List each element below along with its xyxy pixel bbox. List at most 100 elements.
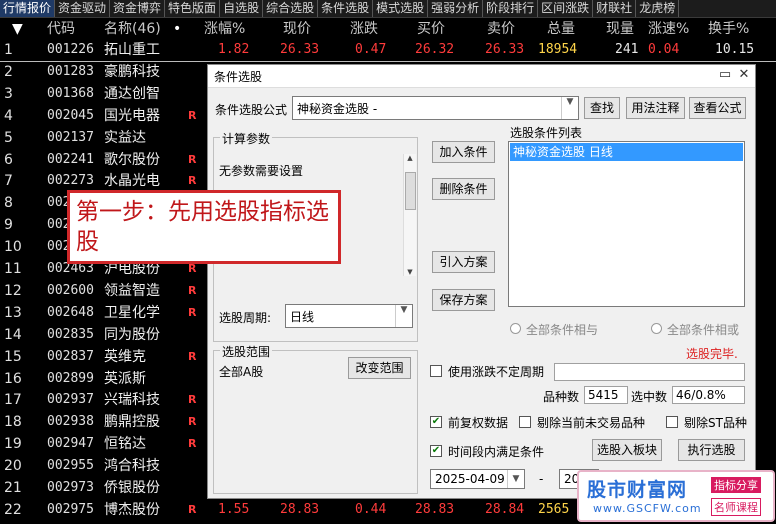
tab-10[interactable]: 区间涨跌 (538, 0, 594, 17)
import-plan-button[interactable]: 引入方案 (432, 251, 495, 273)
tab-0[interactable]: 行情报价 (0, 0, 56, 17)
date-separator: - (539, 472, 544, 486)
col-bid[interactable]: 买价 (417, 19, 445, 39)
col-diff[interactable]: 涨跌 (350, 19, 378, 39)
col-ask[interactable]: 卖价 (487, 19, 515, 39)
exclude-st-label: 剔除ST品种 (684, 416, 747, 430)
stock-code: 002955 (47, 458, 94, 474)
stock-code: 002975 (47, 501, 94, 517)
row-number: 2 (4, 63, 13, 80)
params-scrollbar[interactable]: ▲ ▼ (403, 154, 416, 276)
irregular-period-field[interactable] (554, 363, 745, 381)
view-formula-button[interactable]: 查看公式 (689, 97, 746, 119)
formula-label: 条件选股公式 (215, 103, 288, 117)
chevron-down-icon: ▼ (507, 470, 524, 488)
stock-code: 001226 (47, 42, 94, 57)
table-row[interactable]: 1 001226 拓山重工 1.82 26.33 0.47 26.32 26.33 18954 2… (0, 39, 776, 62)
tab-2[interactable]: 资金博弈 (110, 0, 166, 17)
change: 0.44 (355, 501, 387, 517)
period-label: 选股周期: (219, 311, 272, 325)
adjust-checkbox[interactable]: ✔ (430, 416, 442, 428)
delete-condition-button[interactable]: 删除条件 (432, 178, 495, 200)
adjust-label: 前复权数据 (448, 416, 509, 430)
close-icon[interactable]: ✕ (735, 66, 753, 84)
stock-code: 001283 (47, 63, 94, 79)
row-number: 9 (4, 217, 13, 234)
margin-flag: R (188, 305, 197, 319)
add-condition-button[interactable]: 加入条件 (432, 141, 495, 163)
stock-code: 002648 (47, 304, 94, 320)
minimize-icon[interactable]: ▭ (716, 66, 734, 84)
change-range-button[interactable]: 改变范围 (348, 357, 411, 379)
change: 0.47 (355, 42, 387, 57)
period-select[interactable]: 日线 ▼ (285, 304, 413, 328)
margin-flag: R (188, 502, 197, 516)
cur-volume: 241 (615, 42, 639, 57)
margin-flag: R (188, 393, 197, 407)
row-number: 11 (4, 261, 22, 277)
stock-name: 英维克 (104, 348, 146, 365)
radio-and[interactable] (510, 323, 521, 334)
col-code[interactable]: 代码 (47, 19, 75, 39)
params-title: 计算参数 (220, 130, 273, 147)
tab-5[interactable]: 综合选股 (263, 0, 319, 17)
volume: 2565 (538, 501, 570, 517)
row-number: 7 (4, 173, 13, 190)
row-number: 12 (4, 282, 22, 299)
exclude-untraded-checkbox[interactable] (519, 416, 531, 428)
volume: 18954 (538, 42, 578, 57)
stock-name: 侨银股份 (104, 480, 160, 496)
tab-8[interactable]: 强弱分析 (428, 0, 484, 17)
stock-name: 博杰股份 (104, 501, 160, 518)
condition-list-title: 选股条件列表 (510, 126, 583, 140)
find-button[interactable]: 查找 (584, 97, 620, 119)
stock-name: 英派斯 (104, 370, 146, 387)
tab-9[interactable]: 阶段排行 (483, 0, 539, 17)
sort-marker[interactable]: ▼ (12, 19, 23, 39)
condition-list-item[interactable]: 神秘资金选股 日线 (510, 143, 743, 161)
tab-7[interactable]: 模式选股 (373, 0, 429, 17)
selected-label: 选中数 (631, 390, 668, 404)
stock-name: 豪鹏科技 (104, 63, 160, 80)
row-number: 19 (4, 436, 22, 453)
tab-11[interactable]: 财联社 (593, 0, 637, 17)
row-number: 22 (4, 501, 22, 518)
col-volume[interactable]: 总量 (547, 19, 575, 39)
range-value: 全部A股 (219, 365, 264, 379)
date-from[interactable]: 2025-04-09 ▼ (430, 469, 525, 489)
formula-select[interactable]: 神秘资金选股 - ▼ (292, 96, 579, 120)
col-turnover[interactable]: 换手% (708, 19, 749, 39)
tab-12[interactable]: 龙虎榜 (636, 0, 680, 17)
exclude-st-checkbox[interactable] (666, 416, 678, 428)
col-change-pct[interactable]: 涨幅% (204, 19, 245, 39)
stock-name: 实益达 (104, 129, 146, 146)
irregular-period-checkbox[interactable] (430, 365, 442, 377)
col-name[interactable]: 名称(46) (104, 19, 161, 39)
range-group: 选股范围 全部A股 改变范围 (213, 343, 418, 494)
usage-note-button[interactable]: 用法注释 (626, 97, 685, 119)
row-number: 4 (4, 107, 13, 124)
stock-code: 002937 (47, 392, 94, 408)
col-speed[interactable]: 涨速% (648, 19, 689, 39)
watermark-tag2: 名师课程 (711, 498, 761, 516)
tab-4[interactable]: 自选股 (220, 0, 264, 17)
add-to-board-button[interactable]: 选股入板块 (592, 439, 662, 461)
tab-3[interactable]: 特色版面 (165, 0, 221, 17)
execute-select-button[interactable]: 执行选股 (678, 439, 745, 461)
col-price[interactable]: 现价 (283, 19, 311, 39)
radio-or[interactable] (651, 323, 662, 334)
stock-name: 拓山重工 (104, 42, 160, 58)
condition-list[interactable]: 神秘资金选股 日线 (508, 141, 745, 307)
table-header: ▼ 代码 名称(46) • 涨幅% 现价 涨跌 买价 卖价 总量 现量 涨速% … (0, 19, 776, 39)
period-satisfy-checkbox[interactable]: ✔ (430, 445, 442, 457)
radio-or-label: 全部条件相或 (667, 323, 740, 337)
margin-flag: R (188, 415, 197, 429)
save-plan-button[interactable]: 保存方案 (432, 289, 495, 311)
col-name-marker: • (173, 21, 182, 37)
tab-1[interactable]: 资金驱动 (55, 0, 111, 17)
tab-6[interactable]: 条件选股 (318, 0, 374, 17)
count-value: 5415 (584, 386, 628, 404)
stock-code: 002899 (47, 370, 94, 386)
row-number: 14 (4, 326, 22, 343)
col-cur-volume[interactable]: 现量 (606, 19, 634, 39)
